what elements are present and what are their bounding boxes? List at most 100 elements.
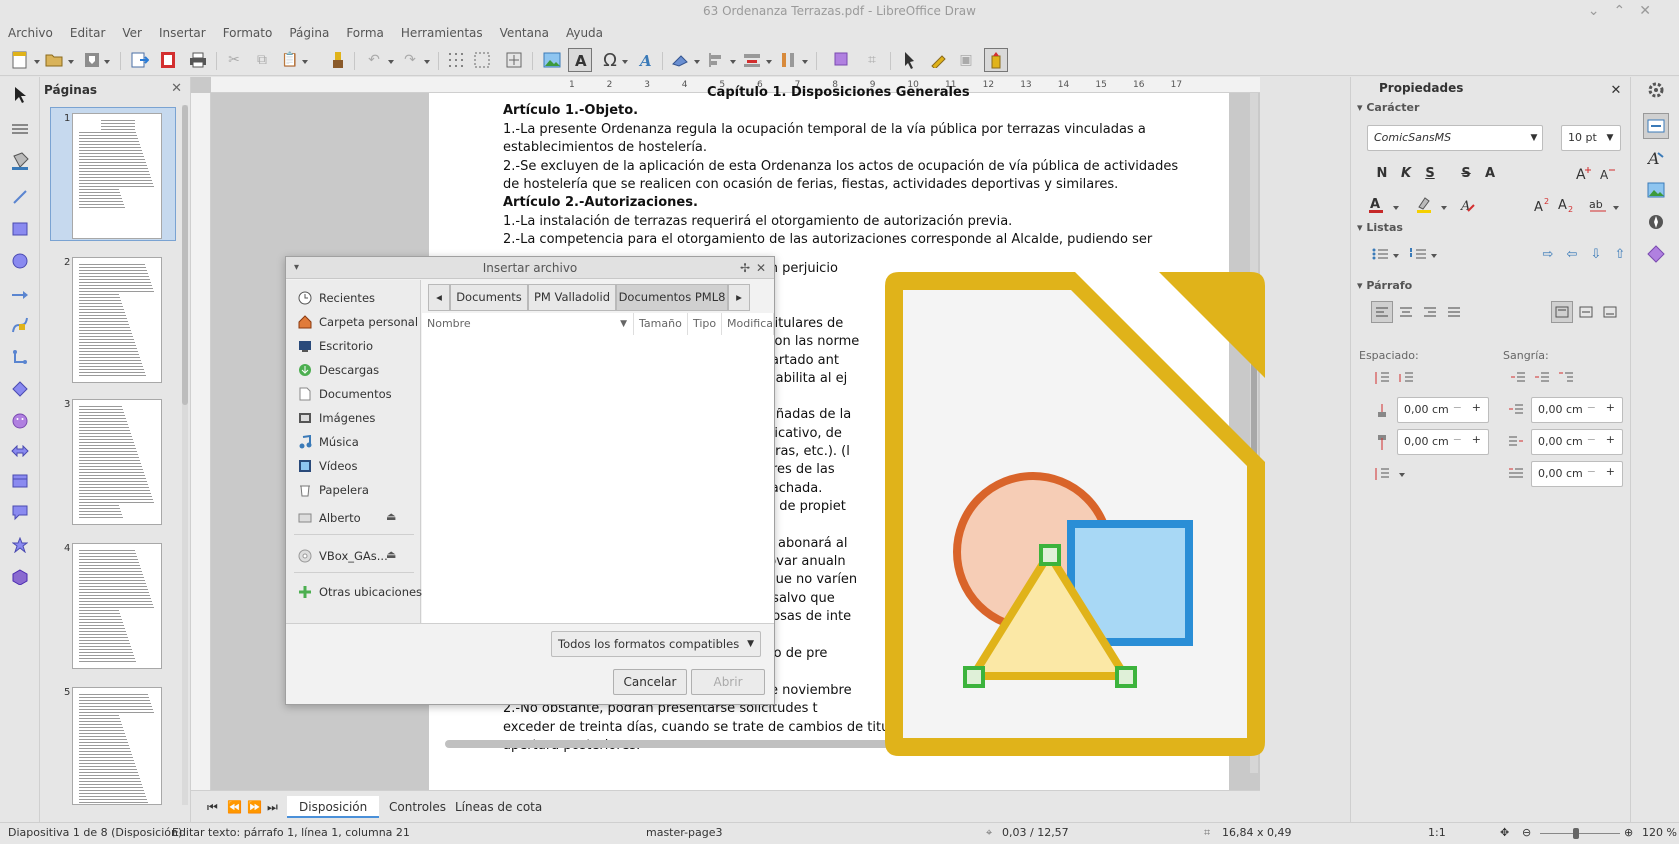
place-alberto[interactable]: Alberto <box>298 508 361 528</box>
flowchart-icon[interactable] <box>8 469 32 493</box>
3d-objects-icon[interactable] <box>8 565 32 589</box>
increase-font-icon[interactable]: A <box>1573 162 1595 184</box>
align-right-icon[interactable] <box>1419 301 1441 323</box>
plus-icon[interactable]: + <box>1472 433 1481 446</box>
page-thumbnail-4[interactable] <box>72 543 162 669</box>
shapes-deck-icon[interactable] <box>1643 241 1669 267</box>
section-paragraph[interactable]: ▾ Párrafo <box>1357 279 1412 292</box>
arrange-icon[interactable] <box>740 48 764 72</box>
font-name-field[interactable]: ComicSansMS <box>1367 125 1543 151</box>
gear-icon[interactable] <box>1643 77 1669 103</box>
arrange-dropdown-icon[interactable] <box>766 60 772 64</box>
valign-bottom-icon[interactable] <box>1599 301 1621 323</box>
valign-top-icon[interactable] <box>1551 301 1573 323</box>
numbered-list-icon[interactable] <box>1407 243 1429 265</box>
breadcrumb-back-button[interactable]: ◂ <box>428 284 450 311</box>
chevron-down-icon[interactable]: ▼ <box>1523 127 1545 149</box>
bullet-dropdown-icon[interactable] <box>1393 254 1399 258</box>
menu-ayuda[interactable]: Ayuda <box>566 22 603 44</box>
points-icon[interactable] <box>898 48 922 72</box>
breadcrumb-forward-button[interactable]: ▸ <box>728 284 750 311</box>
crop-icon[interactable]: ⌗ <box>860 48 884 72</box>
glue-points-icon[interactable] <box>926 48 950 72</box>
font-color-icon[interactable]: A <box>1365 194 1387 216</box>
undo-icon[interactable]: ↶ <box>362 48 386 72</box>
fontwork-icon[interactable]: A <box>634 48 658 72</box>
horizontal-scrollbar[interactable] <box>445 740 915 748</box>
cancel-button[interactable]: Cancelar <box>613 669 687 695</box>
basic-shapes-icon[interactable] <box>8 377 32 401</box>
move-up-icon[interactable]: ⇧ <box>1609 243 1631 265</box>
indent-increase-icon[interactable]: ⇨ <box>1537 243 1559 265</box>
insert-textbox-icon[interactable]: A <box>568 48 592 72</box>
window-controls[interactable]: ⌄⌃✕ <box>1588 0 1665 22</box>
breadcrumb-documentos-pml8[interactable]: Documentos PML8 <box>616 284 728 311</box>
paste-icon[interactable]: 📋 <box>278 48 302 72</box>
plus-icon[interactable]: + <box>1606 433 1615 446</box>
plus-icon[interactable]: + <box>1472 401 1481 414</box>
decrease-indent-icon[interactable] <box>1531 367 1553 389</box>
column-tamano[interactable]: Tamaño <box>634 313 688 335</box>
indent-decrease-icon[interactable]: ⇦ <box>1561 243 1583 265</box>
page-thumbnail-3[interactable] <box>72 399 162 525</box>
zoom-level[interactable]: 120 % <box>1642 826 1677 839</box>
align-center-icon[interactable] <box>1395 301 1417 323</box>
shadow-text-button[interactable]: A <box>1479 162 1501 184</box>
page-thumbnail-5[interactable] <box>72 687 162 805</box>
minus-icon[interactable]: − <box>1587 465 1596 478</box>
menu-ventana[interactable]: Ventana <box>500 22 549 44</box>
below-paragraph-spacing-icon[interactable] <box>1371 431 1393 453</box>
file-type-filter-select[interactable]: Todos los formatos compatibles ▼ <box>551 631 761 657</box>
section-character[interactable]: ▾ Carácter <box>1357 101 1419 114</box>
italic-button[interactable]: K <box>1395 162 1417 184</box>
move-down-icon[interactable]: ⇩ <box>1585 243 1607 265</box>
symbol-shapes-icon[interactable] <box>8 409 32 433</box>
place-escritorio[interactable]: Escritorio <box>298 336 373 356</box>
eject-icon[interactable]: ⏏ <box>386 548 396 561</box>
file-list[interactable]: Nombre ▼ Tamaño Tipo Modificac <box>422 313 774 623</box>
snap-icon[interactable] <box>502 48 526 72</box>
above-spacing-spinner[interactable]: 0,00 cm − + <box>1397 397 1489 423</box>
character-spacing-icon[interactable]: ab <box>1587 194 1609 216</box>
open-folder-icon[interactable] <box>42 48 66 72</box>
strikethrough-button[interactable]: S <box>1455 162 1477 184</box>
line-spacing-icon[interactable] <box>1371 463 1393 485</box>
special-character-icon[interactable]: Ω <box>598 48 622 72</box>
below-spacing-spinner[interactable]: 0,00 cm − + <box>1397 429 1489 455</box>
block-arrows-icon[interactable] <box>8 439 32 463</box>
close-icon[interactable]: ✕ <box>171 81 182 96</box>
bold-button[interactable]: N <box>1371 162 1393 184</box>
plus-icon[interactable]: + <box>1606 401 1615 414</box>
chevron-down-icon[interactable]: ▾ <box>294 257 299 279</box>
minus-icon[interactable]: − <box>1453 401 1462 414</box>
place-descargas[interactable]: Descargas <box>298 360 379 380</box>
page-thumbnail-2[interactable] <box>72 257 162 383</box>
document-line[interactable]: 1.-La presente Ordenanza regula la ocupa… <box>503 122 1146 137</box>
menu-ver[interactable]: Ver <box>122 22 142 44</box>
tab-disposicion[interactable]: Disposición <box>287 796 380 818</box>
open-dropdown-icon[interactable] <box>68 60 74 64</box>
paste-dropdown-icon[interactable] <box>302 60 308 64</box>
insert-image-icon[interactable] <box>540 48 564 72</box>
eject-icon[interactable]: ⏏ <box>386 510 396 523</box>
breadcrumb-documents[interactable]: Documents <box>450 284 528 311</box>
shadow-icon[interactable] <box>830 48 854 72</box>
decrease-font-icon[interactable]: A <box>1597 162 1619 184</box>
line-spacing-dropdown-icon[interactable] <box>1399 473 1405 477</box>
spacing-dropdown-icon[interactable] <box>1613 206 1619 210</box>
previous-page-icon[interactable]: ⏪ <box>227 800 242 814</box>
line-tool-icon[interactable] <box>8 185 32 209</box>
select-arrow-icon[interactable] <box>8 83 32 107</box>
subscript-icon[interactable]: A2 <box>1555 194 1577 216</box>
first-line-indent-spinner[interactable]: 0,00 cm − + <box>1531 461 1623 487</box>
place-vbox[interactable]: VBox_GAs... <box>298 546 388 566</box>
first-page-icon[interactable]: ⏮ <box>207 800 218 815</box>
align-objects-icon[interactable] <box>704 48 728 72</box>
place-papelera[interactable]: Papelera <box>298 480 369 500</box>
grid-icon[interactable] <box>444 48 468 72</box>
clear-formatting-icon[interactable]: A <box>1457 194 1479 216</box>
document-line[interactable]: Capítulo 1. Disposiciones Generales <box>707 85 970 100</box>
document-line[interactable]: 2.-La competencia para el otorgamiento d… <box>503 232 1152 247</box>
place-documentos[interactable]: Documentos <box>298 384 392 404</box>
callout-icon[interactable] <box>8 501 32 525</box>
